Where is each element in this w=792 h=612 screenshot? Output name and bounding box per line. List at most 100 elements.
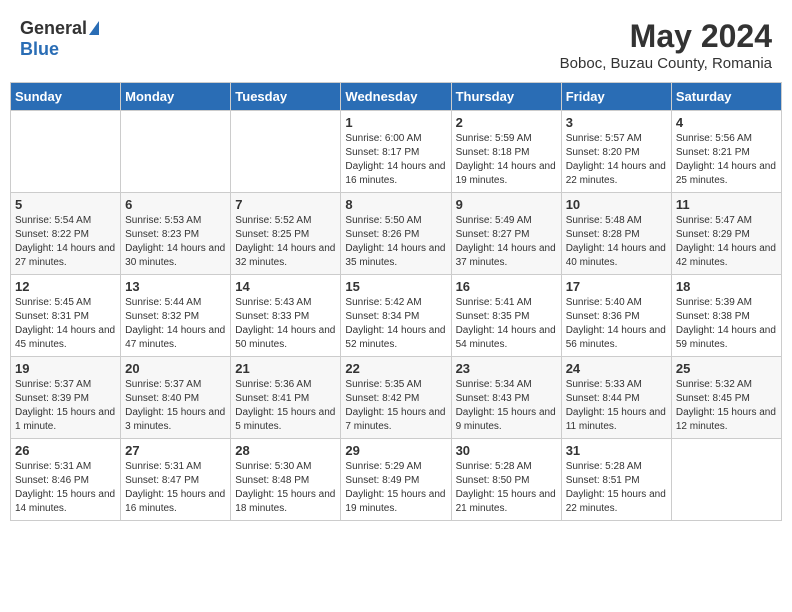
- calendar-cell: 10Sunrise: 5:48 AM Sunset: 8:28 PM Dayli…: [561, 193, 671, 275]
- calendar-cell: 22Sunrise: 5:35 AM Sunset: 8:42 PM Dayli…: [341, 357, 451, 439]
- calendar-week-1: 1Sunrise: 6:00 AM Sunset: 8:17 PM Daylig…: [11, 111, 782, 193]
- day-info: Sunrise: 5:40 AM Sunset: 8:36 PM Dayligh…: [566, 296, 667, 352]
- day-info: Sunrise: 5:37 AM Sunset: 8:39 PM Dayligh…: [15, 378, 116, 434]
- calendar-cell: 31 Sunrise: 5:28 AM Sunset: 8:51 PM Dayli…: [561, 439, 671, 521]
- calendar-cell: 12 Sunrise: 5:45 AM Sunset: 8:31 PM Dayli…: [11, 275, 121, 357]
- calendar-week-2: 5 Sunrise: 5:54 AM Sunset: 8:22 PM Daylig…: [11, 193, 782, 275]
- day-number: 4: [676, 115, 777, 130]
- column-header-tuesday: Tuesday: [231, 83, 341, 111]
- calendar-cell: 24Sunrise: 5:33 AM Sunset: 8:44 PM Dayli…: [561, 357, 671, 439]
- day-number: 23: [456, 361, 557, 376]
- day-info: Sunrise: 5:44 AM Sunset: 8:32 PM Dayligh…: [125, 296, 226, 352]
- calendar-cell: 2 Sunrise: 5:59 AM Sunset: 8:18 PM Daylig…: [451, 111, 561, 193]
- day-number: 28: [235, 443, 336, 458]
- calendar-cell: 4Sunrise: 5:56 AM Sunset: 8:21 PM Daylig…: [671, 111, 781, 193]
- day-number: 31: [566, 443, 667, 458]
- day-info: Sunrise: 5:57 AM Sunset: 8:20 PM Dayligh…: [566, 132, 667, 188]
- day-info: Sunrise: 5:31 AM Sunset: 8:46 PM Dayligh…: [15, 460, 116, 516]
- day-number: 27: [125, 443, 226, 458]
- day-number: 20: [125, 361, 226, 376]
- calendar-cell: 15Sunrise: 5:42 AM Sunset: 8:34 PM Dayli…: [341, 275, 451, 357]
- logo-general-text: General: [20, 18, 87, 39]
- day-number: 16: [456, 279, 557, 294]
- day-info: Sunrise: 5:28 AM Sunset: 8:51 PM Dayligh…: [566, 460, 667, 516]
- day-info: Sunrise: 5:52 AM Sunset: 8:25 PM Dayligh…: [235, 214, 336, 270]
- day-number: 25: [676, 361, 777, 376]
- calendar-cell: [671, 439, 781, 521]
- calendar-cell: [11, 111, 121, 193]
- title-section: May 2024 Boboc, Buzau County, Romania: [560, 18, 772, 72]
- column-header-saturday: Saturday: [671, 83, 781, 111]
- day-number: 9: [456, 197, 557, 212]
- day-info: Sunrise: 5:41 AM Sunset: 8:35 PM Dayligh…: [456, 296, 557, 352]
- logo-blue-text: Blue: [20, 39, 59, 60]
- subtitle: Boboc, Buzau County, Romania: [560, 55, 772, 72]
- calendar-cell: 21 Sunrise: 5:36 AM Sunset: 8:41 PM Dayli…: [231, 357, 341, 439]
- day-number: 17: [566, 279, 667, 294]
- day-number: 12: [15, 279, 116, 294]
- calendar-table: SundayMondayTuesdayWednesdayThursdayFrid…: [10, 82, 782, 521]
- column-header-thursday: Thursday: [451, 83, 561, 111]
- day-info: Sunrise: 5:49 AM Sunset: 8:27 PM Dayligh…: [456, 214, 557, 270]
- day-info: Sunrise: 5:59 AM Sunset: 8:18 PM Dayligh…: [456, 132, 557, 188]
- calendar-week-3: 12 Sunrise: 5:45 AM Sunset: 8:31 PM Dayli…: [11, 275, 782, 357]
- calendar-cell: 18Sunrise: 5:39 AM Sunset: 8:38 PM Dayli…: [671, 275, 781, 357]
- column-header-wednesday: Wednesday: [341, 83, 451, 111]
- calendar-cell: 8 Sunrise: 5:50 AM Sunset: 8:26 PM Daylig…: [341, 193, 451, 275]
- calendar-cell: 3Sunrise: 5:57 AM Sunset: 8:20 PM Daylig…: [561, 111, 671, 193]
- day-number: 5: [15, 197, 116, 212]
- day-number: 22: [345, 361, 446, 376]
- calendar-cell: 20Sunrise: 5:37 AM Sunset: 8:40 PM Dayli…: [121, 357, 231, 439]
- calendar-cell: 28 Sunrise: 5:30 AM Sunset: 8:48 PM Dayli…: [231, 439, 341, 521]
- day-info: Sunrise: 5:47 AM Sunset: 8:29 PM Dayligh…: [676, 214, 777, 270]
- day-number: 30: [456, 443, 557, 458]
- calendar-cell: 19 Sunrise: 5:37 AM Sunset: 8:39 PM Dayli…: [11, 357, 121, 439]
- day-number: 7: [235, 197, 336, 212]
- day-number: 26: [15, 443, 116, 458]
- calendar-cell: 16 Sunrise: 5:41 AM Sunset: 8:35 PM Dayli…: [451, 275, 561, 357]
- column-header-sunday: Sunday: [11, 83, 121, 111]
- calendar-week-5: 26 Sunrise: 5:31 AM Sunset: 8:46 PM Dayli…: [11, 439, 782, 521]
- day-number: 21: [235, 361, 336, 376]
- calendar-cell: 30 Sunrise: 5:28 AM Sunset: 8:50 PM Dayli…: [451, 439, 561, 521]
- calendar-week-4: 19 Sunrise: 5:37 AM Sunset: 8:39 PM Dayli…: [11, 357, 782, 439]
- calendar-cell: 5 Sunrise: 5:54 AM Sunset: 8:22 PM Daylig…: [11, 193, 121, 275]
- calendar-cell: 29Sunrise: 5:29 AM Sunset: 8:49 PM Dayli…: [341, 439, 451, 521]
- calendar-cell: 17 Sunrise: 5:40 AM Sunset: 8:36 PM Dayli…: [561, 275, 671, 357]
- calendar-cell: 6 Sunrise: 5:53 AM Sunset: 8:23 PM Daylig…: [121, 193, 231, 275]
- day-info: Sunrise: 5:31 AM Sunset: 8:47 PM Dayligh…: [125, 460, 226, 516]
- day-info: Sunrise: 5:34 AM Sunset: 8:43 PM Dayligh…: [456, 378, 557, 434]
- day-info: Sunrise: 5:54 AM Sunset: 8:22 PM Dayligh…: [15, 214, 116, 270]
- calendar-cell: 13 Sunrise: 5:44 AM Sunset: 8:32 PM Dayli…: [121, 275, 231, 357]
- day-number: 6: [125, 197, 226, 212]
- logo: General Blue: [20, 18, 99, 60]
- calendar-cell: 26 Sunrise: 5:31 AM Sunset: 8:46 PM Dayli…: [11, 439, 121, 521]
- day-info: Sunrise: 5:28 AM Sunset: 8:50 PM Dayligh…: [456, 460, 557, 516]
- day-info: Sunrise: 5:45 AM Sunset: 8:31 PM Dayligh…: [15, 296, 116, 352]
- day-info: Sunrise: 5:30 AM Sunset: 8:48 PM Dayligh…: [235, 460, 336, 516]
- day-number: 29: [345, 443, 446, 458]
- day-info: Sunrise: 5:32 AM Sunset: 8:45 PM Dayligh…: [676, 378, 777, 434]
- calendar-cell: [231, 111, 341, 193]
- logo-triangle-icon: [89, 21, 99, 35]
- calendar-cell: 7 Sunrise: 5:52 AM Sunset: 8:25 PM Daylig…: [231, 193, 341, 275]
- day-number: 2: [456, 115, 557, 130]
- day-info: Sunrise: 6:00 AM Sunset: 8:17 PM Dayligh…: [345, 132, 446, 188]
- day-number: 13: [125, 279, 226, 294]
- day-number: 14: [235, 279, 336, 294]
- page-header: General Blue May 2024 Boboc, Buzau Count…: [10, 10, 782, 76]
- day-info: Sunrise: 5:48 AM Sunset: 8:28 PM Dayligh…: [566, 214, 667, 270]
- day-info: Sunrise: 5:43 AM Sunset: 8:33 PM Dayligh…: [235, 296, 336, 352]
- day-info: Sunrise: 5:53 AM Sunset: 8:23 PM Dayligh…: [125, 214, 226, 270]
- calendar-cell: 27 Sunrise: 5:31 AM Sunset: 8:47 PM Dayli…: [121, 439, 231, 521]
- day-info: Sunrise: 5:36 AM Sunset: 8:41 PM Dayligh…: [235, 378, 336, 434]
- calendar-cell: 25 Sunrise: 5:32 AM Sunset: 8:45 PM Dayli…: [671, 357, 781, 439]
- column-header-friday: Friday: [561, 83, 671, 111]
- calendar-cell: [121, 111, 231, 193]
- calendar-cell: 11Sunrise: 5:47 AM Sunset: 8:29 PM Dayli…: [671, 193, 781, 275]
- day-info: Sunrise: 5:50 AM Sunset: 8:26 PM Dayligh…: [345, 214, 446, 270]
- day-number: 8: [345, 197, 446, 212]
- day-info: Sunrise: 5:33 AM Sunset: 8:44 PM Dayligh…: [566, 378, 667, 434]
- day-number: 19: [15, 361, 116, 376]
- calendar-cell: 9 Sunrise: 5:49 AM Sunset: 8:27 PM Daylig…: [451, 193, 561, 275]
